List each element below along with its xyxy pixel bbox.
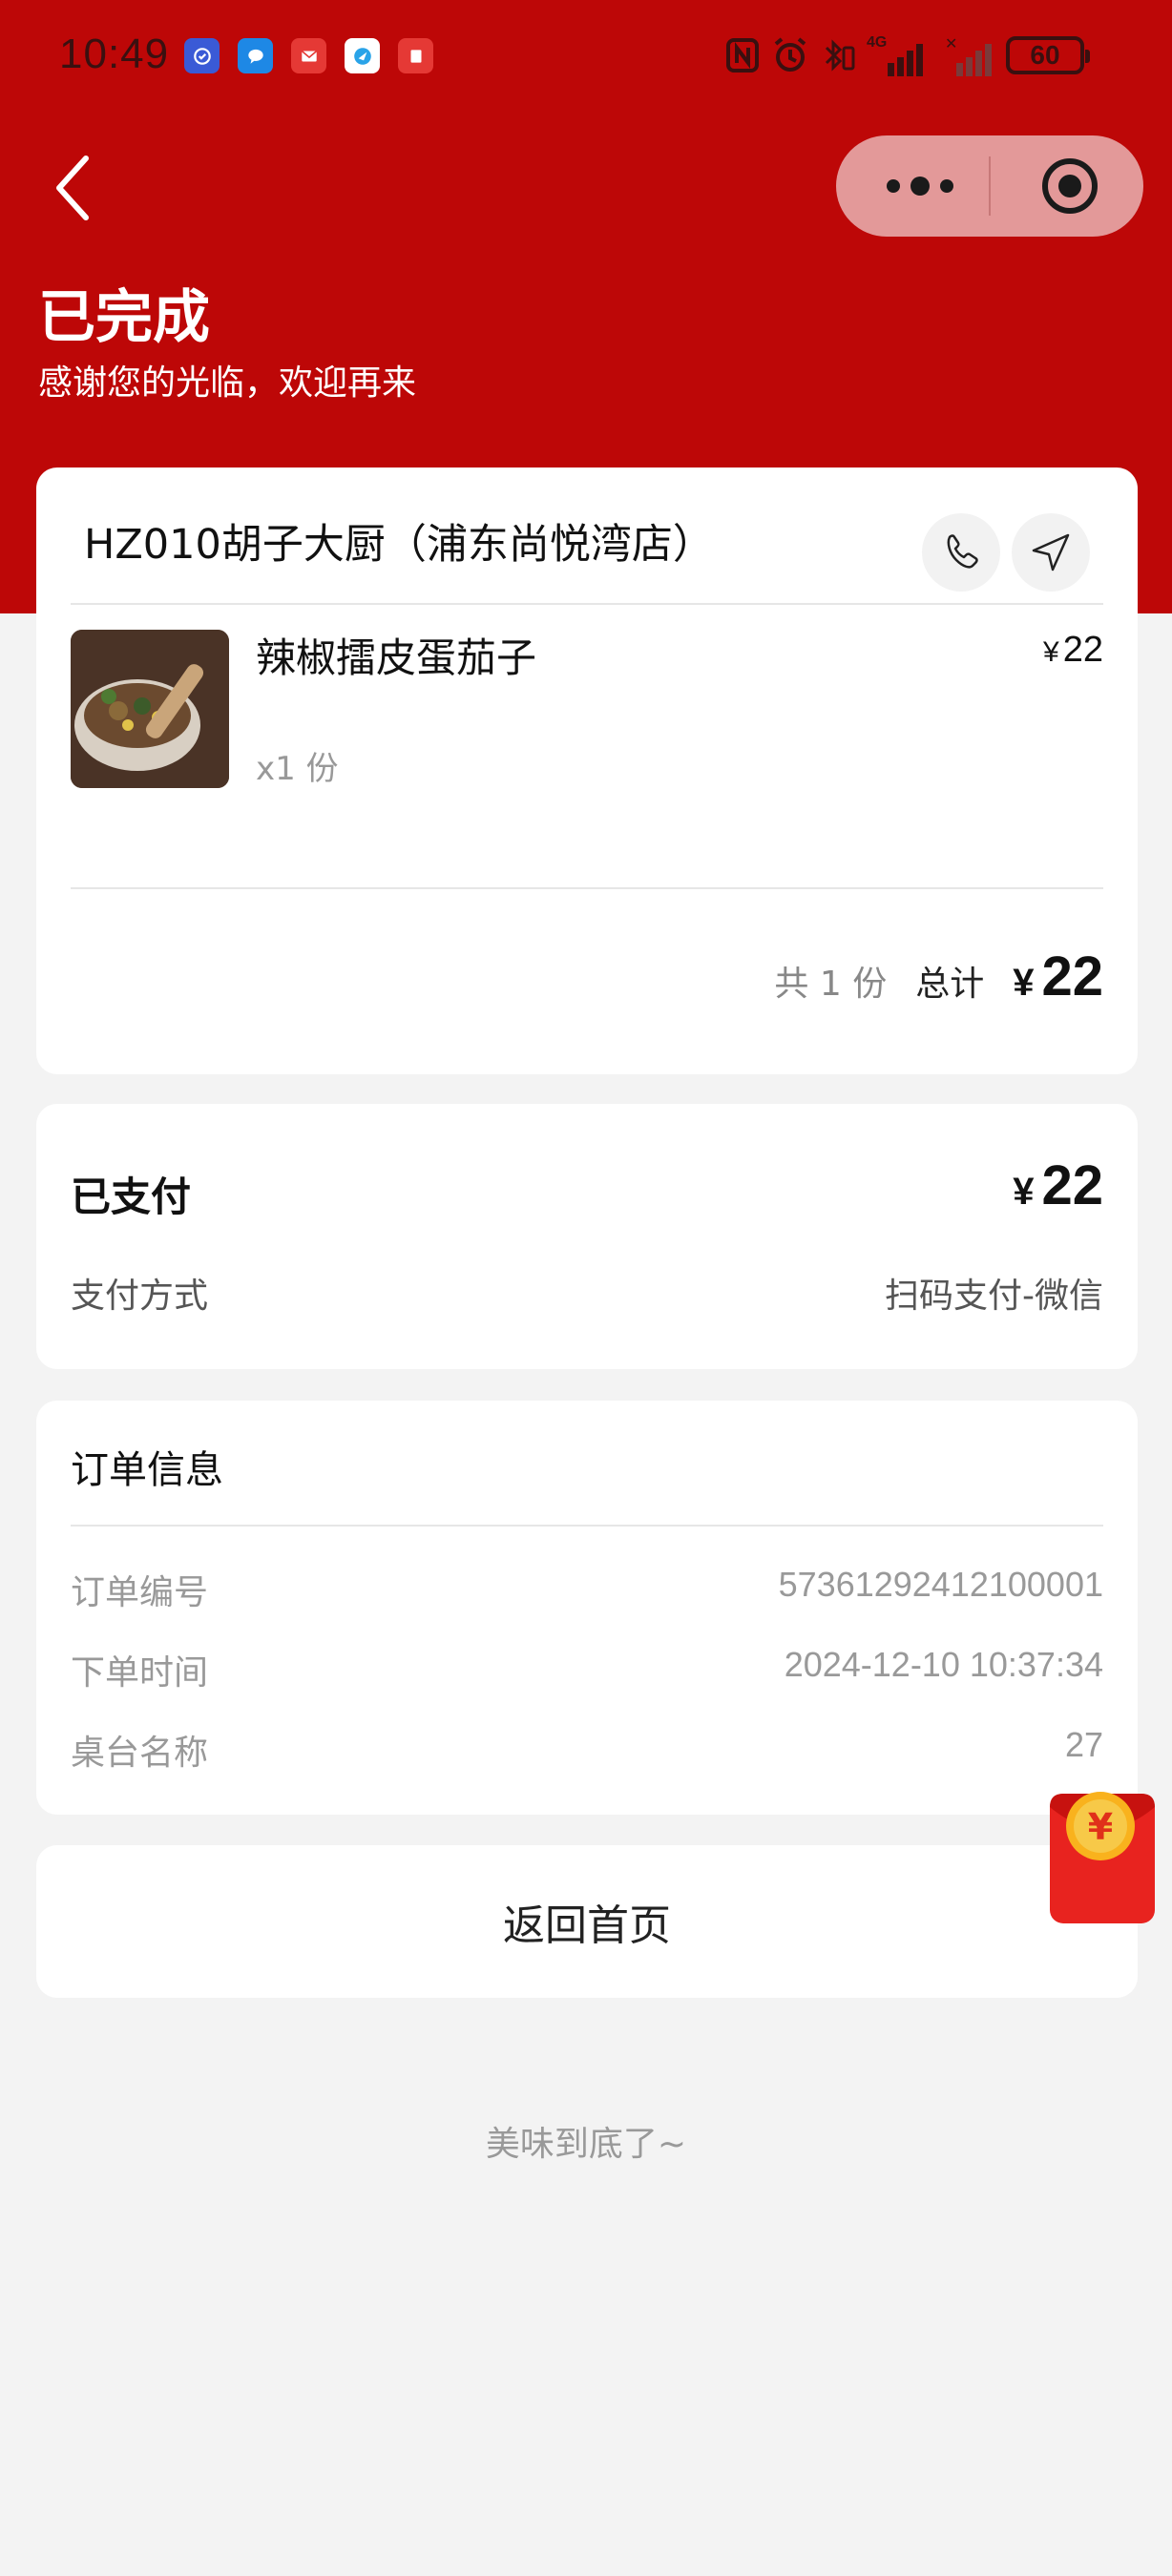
table-name-value: 27 xyxy=(1064,1725,1103,1764)
dish-price-value: 22 xyxy=(1062,630,1103,670)
page-title: 已完成 xyxy=(38,284,210,351)
mail-app-icon xyxy=(291,38,326,73)
total-amount: ¥22 xyxy=(1013,945,1103,1008)
currency-symbol: ¥ xyxy=(1043,636,1059,668)
bluetooth-battery-icon xyxy=(825,39,855,72)
alarm-icon xyxy=(774,37,806,72)
table-name-label: 桌台名称 xyxy=(71,1734,209,1773)
currency-symbol: ¥ xyxy=(1013,962,1035,1004)
dish-quantity: x1 份 xyxy=(256,750,339,788)
phone-icon xyxy=(947,534,978,569)
battery-indicator: 60 xyxy=(1006,36,1090,74)
store-name[interactable]: HZ010胡子大厨（浦东尚悦湾店） xyxy=(84,511,714,571)
paid-amount: ¥22 xyxy=(1013,1153,1103,1217)
payment-card: 已支付 ¥22 支付方式 扫码支付-微信 xyxy=(36,1104,1138,1369)
book-app-icon xyxy=(398,38,433,73)
dish-name: 辣椒擂皮蛋茄子 xyxy=(256,634,537,681)
browser-app-icon xyxy=(345,38,380,73)
signal-4g-icon: 4G xyxy=(867,34,933,76)
more-options-icon[interactable] xyxy=(882,174,958,198)
paid-value: 22 xyxy=(1041,1154,1103,1216)
return-home-button[interactable]: 返回首页 xyxy=(36,1845,1138,1998)
store-divider xyxy=(71,603,1103,605)
order-time-label: 下单时间 xyxy=(71,1653,209,1693)
order-time-value: 2024-12-10 10:37:34 xyxy=(784,1645,1103,1684)
return-home-label: 返回首页 xyxy=(503,1901,671,1950)
page-subtitle: 感谢您的光临，欢迎再来 xyxy=(38,364,417,403)
navigation-arrow-icon xyxy=(1032,533,1070,571)
order-number-label: 订单编号 xyxy=(71,1573,209,1612)
order-info-card: 订单信息 订单编号 57361292412100001 下单时间 2024-12… xyxy=(36,1401,1138,1815)
network-type-label: 4G xyxy=(867,34,888,51)
payment-method-value: 扫码支付-微信 xyxy=(885,1277,1103,1316)
app-notification-icon xyxy=(184,38,220,73)
svg-text:¥: ¥ xyxy=(1088,1806,1113,1848)
order-info-title: 订单信息 xyxy=(71,1448,223,1492)
order-summary: 共 1 份 总计 ¥22 xyxy=(774,945,1103,1008)
capsule-divider xyxy=(989,156,991,216)
close-miniprogram-icon[interactable] xyxy=(1040,156,1099,216)
dish-price: ¥22 xyxy=(1043,630,1103,671)
call-store-button[interactable] xyxy=(922,513,1000,592)
navigate-store-button[interactable] xyxy=(1012,513,1090,592)
payment-method-label: 支付方式 xyxy=(71,1277,209,1316)
status-system-icons: 4G ✕ 60 xyxy=(723,34,1090,76)
dish-image xyxy=(71,630,229,788)
miniprogram-capsule xyxy=(836,135,1143,237)
status-time: 10:49 xyxy=(59,31,170,77)
red-envelope-icon[interactable]: ¥ xyxy=(1046,1784,1159,1927)
currency-symbol: ¥ xyxy=(1013,1171,1035,1213)
end-of-list-text: 美味到底了~ xyxy=(485,2125,687,2164)
status-app-icons xyxy=(184,38,433,73)
message-app-icon xyxy=(238,38,273,73)
nfc-icon xyxy=(726,38,759,73)
back-arrow-icon[interactable] xyxy=(50,153,97,223)
status-bar: 10:49 4G ✕ 60 xyxy=(0,0,1172,114)
order-number-value: 57361292412100001 xyxy=(778,1565,1103,1604)
payment-status: 已支付 xyxy=(71,1174,192,1220)
signal-sim2-icon: ✕ xyxy=(943,34,996,76)
total-label: 总计 xyxy=(915,965,985,1004)
order-card: HZ010胡子大厨（浦东尚悦湾店） 辣椒擂皮蛋茄子 x1 份 ¥22 共 1 份… xyxy=(36,467,1138,1074)
item-count: 共 1 份 xyxy=(774,965,888,1004)
total-value: 22 xyxy=(1041,945,1103,1008)
items-divider xyxy=(71,887,1103,889)
order-info-divider xyxy=(71,1525,1103,1527)
